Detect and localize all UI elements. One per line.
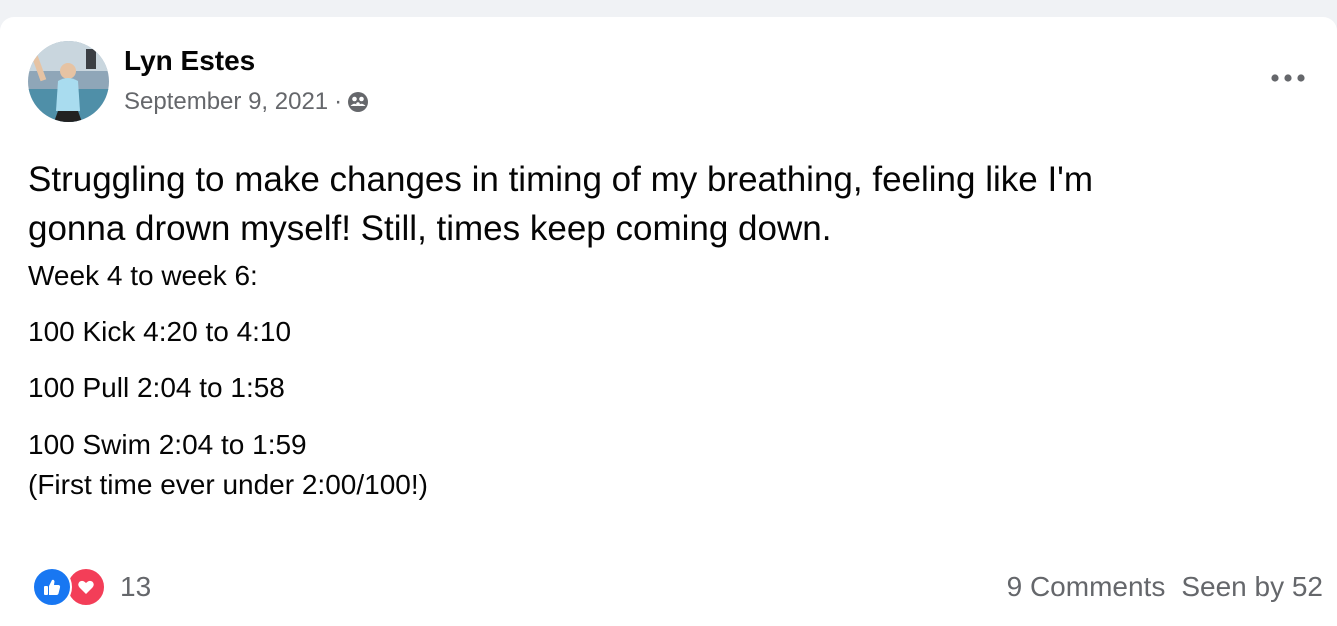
more-options-icon <box>1271 74 1305 82</box>
post-card: Lyn Estes September 9, 2021 · Struggling… <box>0 17 1337 626</box>
post-kick-time: 100 Kick 4:20 to 4:10 <box>28 316 292 347</box>
like-icon <box>32 567 72 607</box>
post-date[interactable]: September 9, 2021 <box>124 88 328 116</box>
meta-separator: · <box>334 88 343 115</box>
post-stats: 9 Comments Seen by 52 <box>1007 567 1323 607</box>
post-pull-time: 100 Pull 2:04 to 1:58 <box>28 372 285 403</box>
comments-link[interactable]: 9 Comments <box>1007 571 1166 603</box>
reactions-summary[interactable]: 13 <box>32 567 151 607</box>
post-headline: Struggling to make changes in timing of … <box>28 155 1288 253</box>
headline-line-1: Struggling to make changes in timing of … <box>28 160 1094 199</box>
avatar-photo <box>28 41 109 122</box>
more-options-button[interactable] <box>1266 63 1310 93</box>
post-note: (First time ever under 2:00/100!) <box>28 469 428 500</box>
group-icon <box>347 91 369 113</box>
post-swim-time: 100 Swim 2:04 to 1:59 <box>28 429 307 460</box>
author-name[interactable]: Lyn Estes <box>124 45 255 77</box>
headline-line-2: gonna drown myself! Still, times keep co… <box>28 209 832 248</box>
post-week-range: Week 4 to week 6: <box>28 260 258 291</box>
reaction-count: 13 <box>120 571 152 602</box>
love-icon <box>66 567 106 607</box>
post-meta: September 9, 2021 · <box>124 87 369 117</box>
author-avatar[interactable] <box>28 41 109 122</box>
seen-by-count[interactable]: Seen by 52 <box>1181 571 1323 603</box>
